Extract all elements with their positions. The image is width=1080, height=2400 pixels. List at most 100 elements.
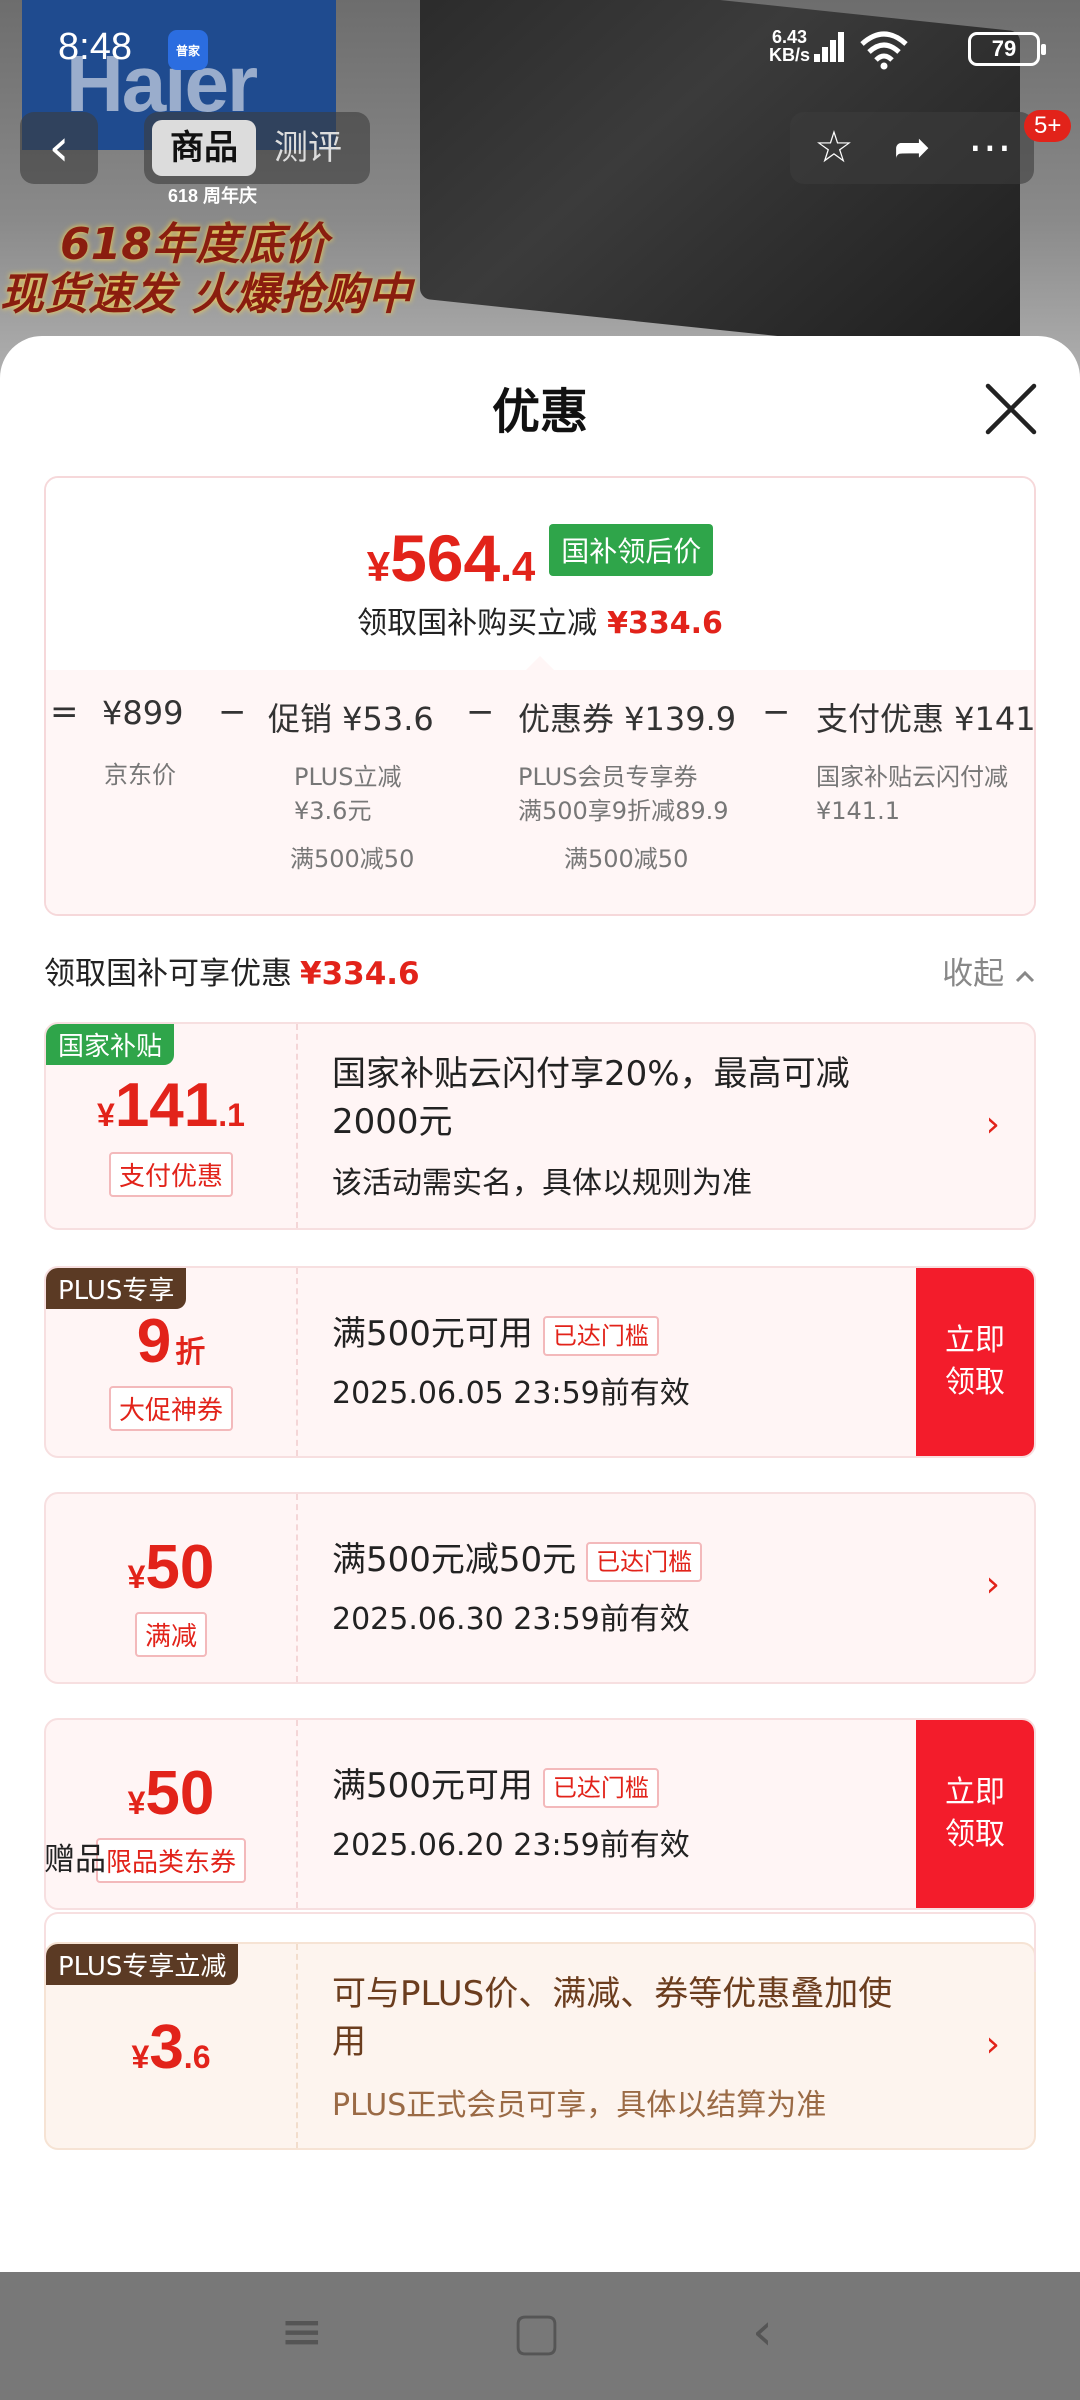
minus-sign: − — [218, 692, 247, 732]
breakdown-promo: 促销 ¥53.6 — [268, 700, 434, 738]
offer-expiry: 2025.06.05 23:59前有效 — [332, 1376, 690, 1411]
share-icon[interactable]: ➦ — [882, 122, 942, 174]
price-breakdown: = ¥899 − 促销 ¥53.6 − 优惠券 ¥139.9 − 支付优惠 ¥1… — [46, 656, 1034, 914]
subsidy-savings-amount: ¥334.6 — [607, 606, 723, 641]
cellular-signal-icon — [814, 32, 846, 62]
offer-amount-integer: 3 — [149, 2013, 184, 2082]
claim-label-line1: 立即 — [945, 1323, 1005, 1358]
claim-label-line2: 领取 — [945, 1365, 1005, 1400]
claim-coupon-button[interactable]: 立即 领取 — [916, 1720, 1034, 1908]
section-title-label: 领取国补可享优惠 — [44, 956, 292, 992]
offer-amount: ¥3.6 — [46, 2012, 296, 2083]
claim-label-line1: 立即 — [945, 1775, 1005, 1810]
offer-amount: 9折 — [46, 1306, 296, 1377]
nav-back-icon[interactable]: ‹ — [752, 2302, 773, 2362]
app-notification-icon: 普家 — [168, 30, 208, 70]
offer-amount-integer: 9 — [136, 1307, 172, 1376]
network-speed-unit: KB/s — [768, 45, 810, 65]
offer-type-pill: 支付优惠 — [108, 1152, 234, 1197]
offer-card-category-coupon: ¥50 限品类东券 满500元可用 已达门槛 2025.06.20 23:59前有… — [44, 1718, 1036, 1910]
offer-amount-panel: PLUS专享 9折 大促神券 — [46, 1268, 296, 1456]
offer-card-full-reduction[interactable]: ¥50 满减 满500元减50元 已达门槛 2025.06.30 23:59前有效… — [44, 1492, 1036, 1684]
menu-icon[interactable]: ≡ — [280, 2302, 324, 2362]
section-title: 领取国补可享优惠 ¥334.6 — [44, 948, 420, 993]
collapse-label: 收起 — [942, 956, 1005, 992]
breakdown-coupon: 优惠券 ¥139.9 — [518, 700, 737, 738]
breakdown-note: 满500减50 — [564, 845, 689, 873]
claim-label-line2: 领取 — [945, 1817, 1005, 1852]
more-icon[interactable]: ⋯ — [960, 122, 1020, 174]
tab-product[interactable]: 商品 — [152, 120, 256, 176]
final-price-decimal: .4 — [500, 543, 536, 590]
offer-amount: ¥141.1 — [46, 1070, 296, 1141]
offer-amount: ¥50 — [46, 1758, 296, 1829]
offer-title: 满500元减50元 — [332, 1540, 577, 1580]
offer-title-row: 满500元可用 已达门槛 — [332, 1310, 904, 1358]
offer-title-row: 满500元可用 已达门槛 — [332, 1762, 904, 1810]
offer-amount-panel: PLUS专享立减 ¥3.6 — [46, 1944, 296, 2148]
gifts-section-title: 赠品 — [44, 1842, 106, 1878]
chevron-up-icon — [1015, 970, 1035, 983]
offer-amount-integer: 50 — [145, 1759, 215, 1828]
offer-amount-panel: ¥50 满减 — [46, 1494, 296, 1682]
offer-amount-unit: 折 — [175, 1335, 206, 1370]
promo-line-2: 现货速发 火爆抢购中 — [0, 269, 412, 320]
close-icon[interactable] — [980, 378, 1042, 440]
offer-title-row: 满500元减50元 已达门槛 — [332, 1536, 904, 1584]
home-icon[interactable]: ▢ — [512, 2302, 561, 2362]
offer-currency: ¥ — [127, 1559, 146, 1595]
back-button[interactable]: ‹ — [20, 112, 98, 184]
breakdown-note: 满500减50 — [290, 845, 415, 873]
chevron-right-icon: › — [985, 1104, 1000, 1145]
breakdown-note: 京东价 — [104, 761, 176, 789]
offer-type-pill: 限品类东券 — [95, 1838, 247, 1883]
subsidy-price-tag: 国补领后价 — [549, 524, 714, 576]
offer-currency: ¥ — [97, 1097, 115, 1133]
minus-sign: − — [466, 692, 495, 732]
message-count-badge: 5+ — [1024, 110, 1072, 142]
final-price: ¥ 564 .4 国补领后价 — [46, 520, 1034, 596]
offer-currency: ¥ — [131, 2039, 150, 2075]
threshold-met-badge: 已达门槛 — [586, 1541, 703, 1582]
network-speed-value: 6.43 — [771, 27, 808, 47]
collapse-toggle[interactable]: 收起 — [942, 948, 1036, 993]
offer-title: 满500元可用 — [332, 1766, 533, 1806]
offer-desc: 该活动需实名，具体以规则为准 — [332, 1166, 752, 1201]
nav-action-group: ☆ ➦ ⋯ — [790, 112, 1034, 184]
offer-amount-panel: ¥50 限品类东券 — [46, 1720, 296, 1908]
threshold-met-badge: 已达门槛 — [542, 1767, 659, 1808]
clock: 8:48 — [58, 26, 132, 68]
offer-expiry: 2025.06.20 23:59前有效 — [332, 1828, 690, 1863]
product-tabs: 商品 测评 — [144, 112, 370, 184]
wifi-icon — [860, 31, 908, 70]
system-navigation-bar: ≡ ▢ ‹ — [0, 2272, 1080, 2400]
offer-amount-integer: 50 — [145, 1533, 215, 1602]
offer-card-national-subsidy[interactable]: 国家补贴 ¥141.1 支付优惠 国家补贴云闪付享20%，最高可减2000元 该… — [44, 1022, 1036, 1230]
battery-icon: 79 — [968, 32, 1046, 66]
offer-amount-integer: 141 — [114, 1071, 219, 1140]
chevron-right-icon: › — [985, 1564, 1000, 1605]
favorite-star-icon[interactable]: ☆ — [804, 122, 864, 174]
offer-expiry: 2025.06.30 23:59前有效 — [332, 1602, 690, 1637]
offer-amount-decimal: .6 — [183, 2039, 211, 2075]
offer-card-plus-coupon: PLUS专享 9折 大促神券 满500元可用 已达门槛 2025.06.05 23… — [44, 1266, 1036, 1458]
subsidy-savings-label: 领取国补购买立减 — [357, 606, 598, 641]
equals-sign: = — [50, 692, 79, 732]
final-price-integer: 564 — [390, 521, 501, 595]
threshold-met-badge: 已达门槛 — [542, 1315, 659, 1356]
offer-title: 国家补贴云闪付享20%，最高可减2000元 — [332, 1054, 850, 1142]
breakdown-note: PLUS会员专享券 — [518, 763, 698, 791]
breakdown-jd-price: ¥899 — [102, 694, 184, 732]
offer-tag: 国家补贴 — [46, 1024, 175, 1065]
tab-review[interactable]: 测评 — [274, 120, 342, 176]
breakdown-note: 国家补贴云闪付减 — [816, 763, 1008, 791]
promo-banner: 618年度底价 现货速发 火爆抢购中 — [0, 220, 411, 320]
offer-amount: ¥50 — [46, 1532, 296, 1603]
offer-title: 可与PLUS价、满减、券等优惠叠加使用 — [332, 1974, 893, 2062]
breakdown-note: ¥141.1 — [816, 797, 900, 825]
offer-amount-decimal: .1 — [218, 1097, 245, 1133]
offer-currency: ¥ — [127, 1785, 146, 1821]
claim-coupon-button[interactable]: 立即 领取 — [916, 1268, 1034, 1456]
offer-card-plus-discount[interactable]: PLUS专享立减 ¥3.6 可与PLUS价、满减、券等优惠叠加使用 PLUS正式… — [44, 1942, 1036, 2150]
minus-sign: − — [762, 692, 791, 732]
